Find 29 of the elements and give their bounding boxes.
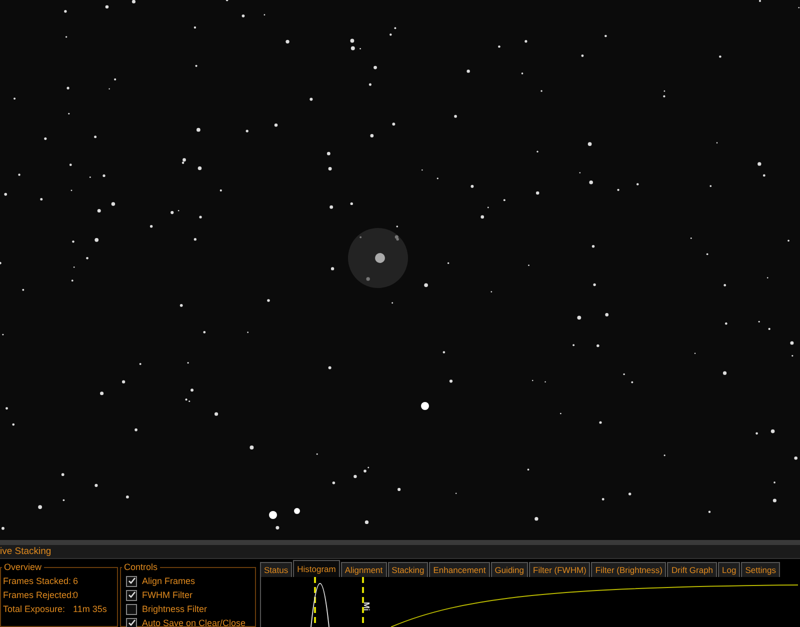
checkbox[interactable] [126, 576, 137, 586]
tab[interactable]: Filter (Brightness) [591, 562, 666, 577]
tab[interactable]: Guiding [490, 562, 528, 577]
tab[interactable]: Stacking [388, 562, 428, 577]
stat-label: Total Exposure: [3, 604, 66, 614]
tab[interactable]: Alignment [340, 562, 387, 577]
tab[interactable]: Drift Graph [667, 562, 718, 577]
checkbox-label: Auto Save on Clear/Close [142, 618, 246, 627]
group-title: Controls [122, 561, 160, 573]
checkbox-label: Align Frames [142, 576, 196, 586]
checkbox[interactable] [126, 590, 137, 600]
stat-value: 6 [73, 576, 78, 586]
group-title: Overview [2, 561, 44, 573]
tab[interactable]: Log [718, 562, 740, 577]
stat-label: Frames Rejected: [3, 590, 73, 600]
marker-label: Mi [362, 602, 371, 611]
stat-value: 11m 35s [73, 604, 107, 614]
panel-title: ive Stacking [0, 545, 800, 559]
tab[interactable]: Histogram [293, 560, 340, 577]
checkbox-label: Brightness Filter [142, 604, 208, 614]
checkbox[interactable] [126, 604, 137, 614]
stat-value: 0 [73, 590, 78, 600]
stat-label: Frames Stacked: [3, 576, 72, 586]
tab[interactable]: Settings [741, 562, 780, 577]
checkbox[interactable] [126, 618, 137, 627]
tab[interactable]: Filter (FWHM) [529, 562, 590, 577]
checkbox-label: FWHM Filter [142, 590, 192, 600]
tab[interactable]: Enhancement [429, 562, 490, 577]
tab[interactable]: Status [260, 562, 292, 577]
